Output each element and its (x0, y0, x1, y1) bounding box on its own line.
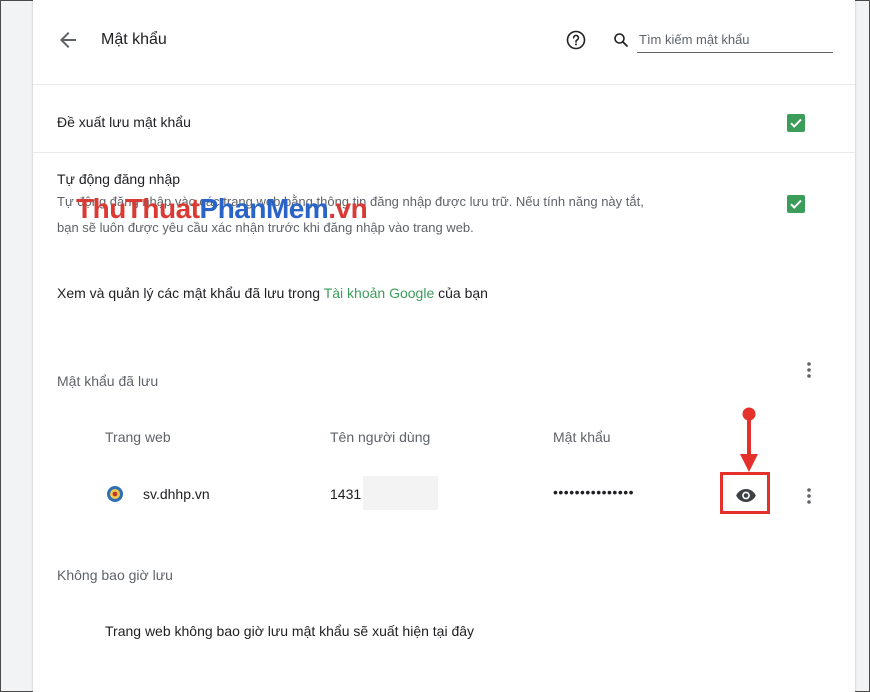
auto-signin-checkbox[interactable] (787, 195, 805, 213)
eye-icon[interactable] (734, 483, 758, 507)
google-account-link[interactable]: Tài khoản Google (324, 285, 435, 301)
passwords-card: Mật khẩu Đề xuất lưu mật khẩu Tự động đă… (33, 0, 855, 692)
divider (33, 84, 855, 85)
auto-signin-label: Tự động đăng nhập (57, 171, 181, 187)
manage-in-account-text: Xem và quản lý các mật khẩu đã lưu trong… (57, 285, 488, 301)
never-saved-title: Không bao giờ lưu (57, 567, 173, 583)
column-header-username: Tên người dùng (330, 429, 431, 445)
back-arrow-icon[interactable] (56, 28, 80, 52)
check-icon (790, 199, 802, 209)
search-box (613, 26, 833, 54)
watermark-part2: PhanMem (199, 193, 329, 224)
help-icon[interactable] (566, 30, 586, 50)
check-icon (790, 118, 802, 128)
manage-prefix: Xem và quản lý các mật khẩu đã lưu trong (57, 285, 324, 301)
password-row-more-icon[interactable] (799, 486, 819, 506)
watermark-logo: ThuThuatPhanMem.vn (76, 193, 368, 225)
redacted-username-block (363, 476, 438, 510)
saved-site-name[interactable]: sv.dhhp.vn (143, 486, 210, 502)
divider (33, 152, 855, 153)
offer-to-save-checkbox[interactable] (787, 114, 805, 132)
column-header-website: Trang web (105, 429, 171, 445)
annotation-arrow (738, 406, 760, 476)
search-icon (613, 32, 629, 48)
saved-passwords-title: Mật khẩu đã lưu (57, 373, 159, 389)
watermark-part3: .vn (328, 193, 368, 224)
never-saved-empty-text: Trang web không bao giờ lưu mật khẩu sẽ … (105, 623, 475, 639)
offer-to-save-label: Đề xuất lưu mật khẩu (57, 114, 191, 130)
saved-username: 1431 (330, 486, 362, 502)
manage-suffix: của bạn (434, 285, 488, 301)
watermark-part1: ThuThuat (76, 193, 200, 224)
saved-password-masked: ••••••••••••••• (553, 484, 635, 500)
saved-passwords-more-icon[interactable] (799, 360, 819, 380)
column-header-password: Mật khẩu (553, 429, 611, 445)
page-title: Mật khẩu (101, 31, 167, 48)
favicon-icon (105, 484, 125, 504)
search-input[interactable] (637, 26, 833, 53)
